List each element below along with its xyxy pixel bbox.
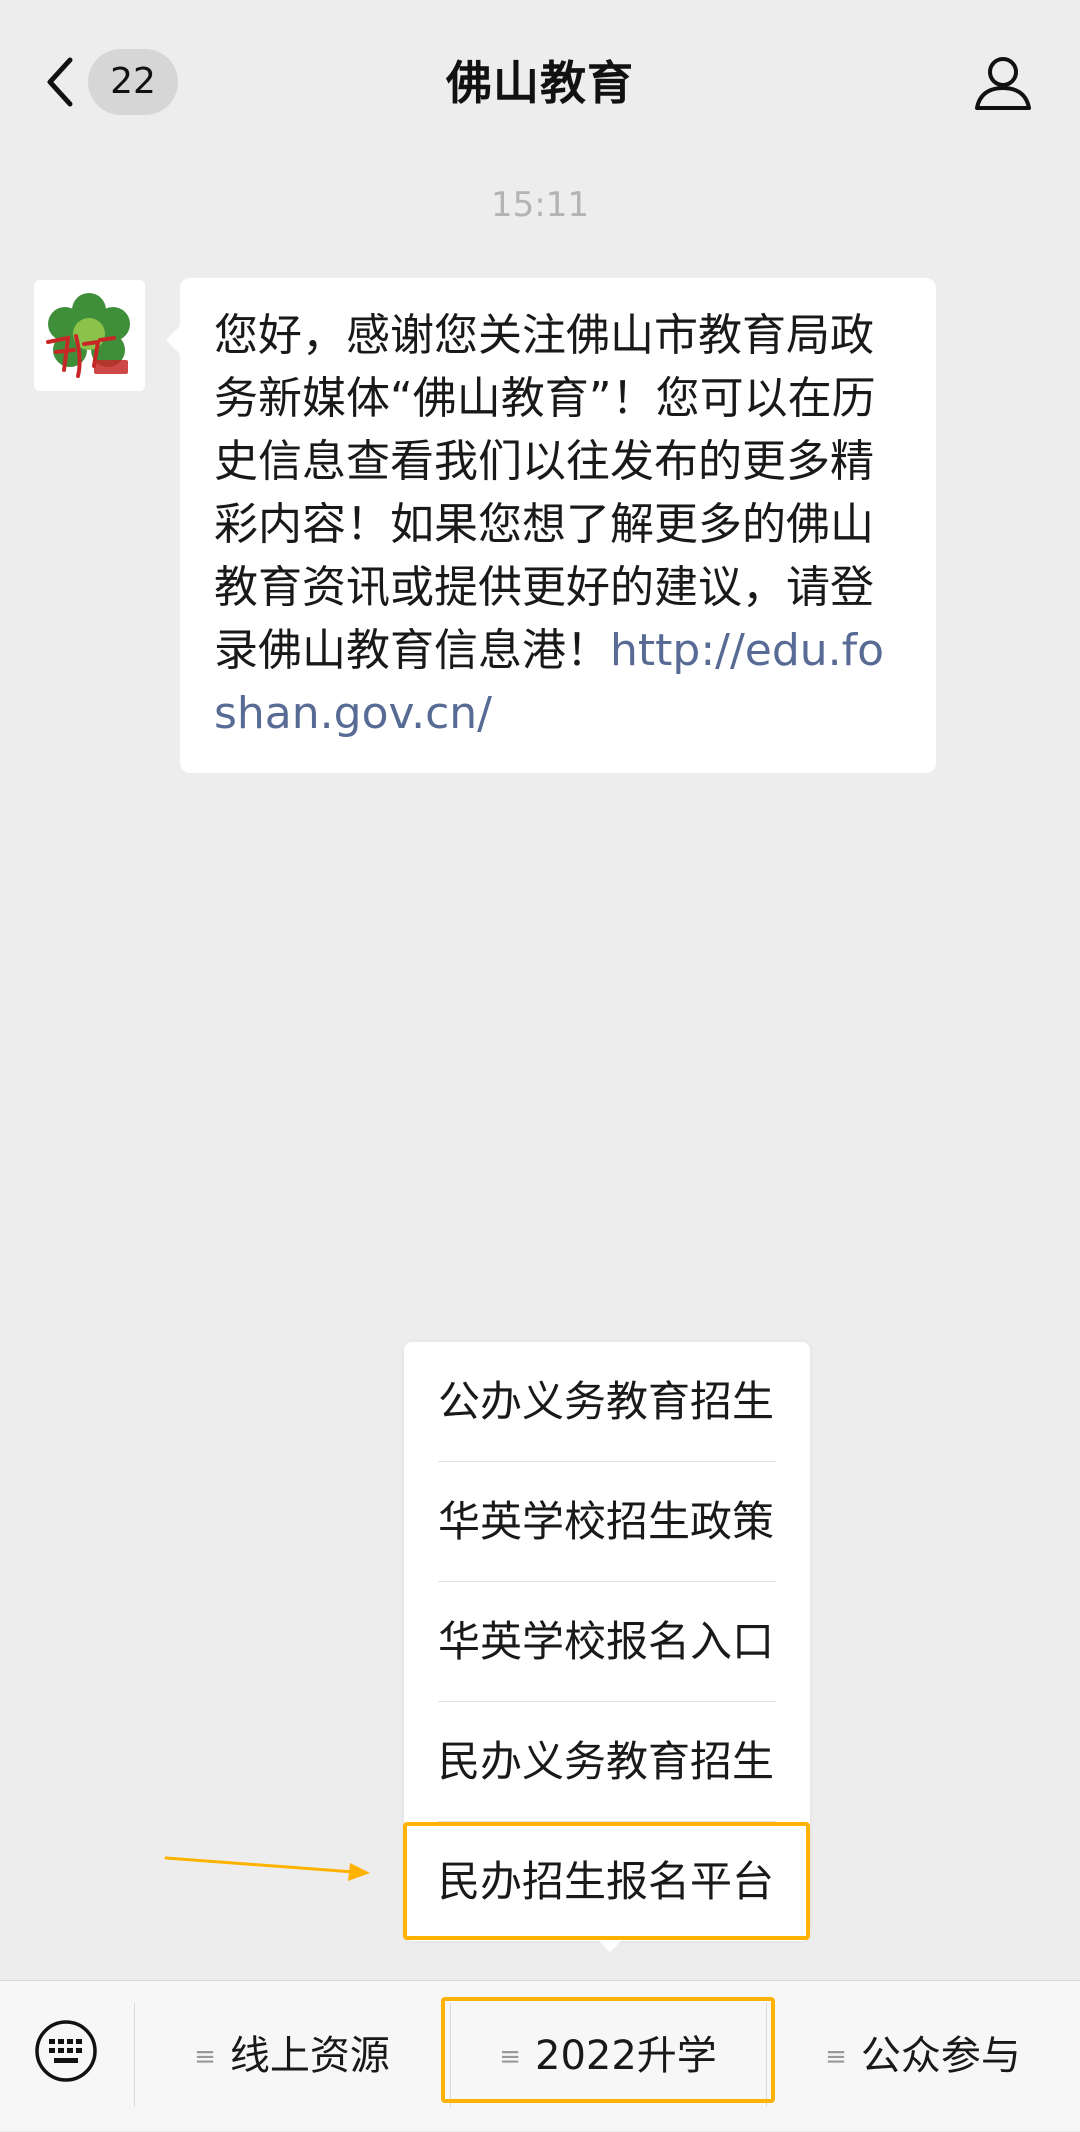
profile-button[interactable] [972,52,1034,114]
keyboard-icon [35,2020,97,2082]
menu-tab-label: 2022升学 [535,2033,717,2079]
submenu-popup: 公办义务教育招生 华英学校招生政策 华英学校报名入口 民办义务教育招生 民办招生… [404,1342,810,1941]
menu-tab-online-resources[interactable]: ≡ 线上资源 [134,1981,450,2131]
unread-count-badge[interactable]: 22 [88,49,178,115]
submenu-item-huaying-policy[interactable]: 华英学校招生政策 [438,1462,776,1582]
keyboard-toggle-button[interactable] [34,2019,98,2083]
submenu-item-private-registration-platform[interactable]: 民办招生报名平台 [438,1822,776,1941]
arrow-right-icon [164,1856,370,1881]
menu-lines-icon: ≡ [825,2042,847,2072]
message-timestamp: 15:11 [491,185,589,225]
menu-lines-icon: ≡ [499,2042,521,2072]
account-avatar[interactable] [34,280,145,391]
header-bar: 22 佛山教育 [0,0,1080,170]
submenu-caret [598,1940,622,1952]
menu-lines-icon: ≡ [194,2042,216,2072]
message-bubble: 您好，感谢您关注佛山市教育局政务新媒体“佛山教育”！您可以在历史信息查看我们以往… [166,278,936,773]
person-icon [975,57,1031,110]
menu-tab-2022-enrollment[interactable]: ≡ 2022升学 [450,1981,766,2131]
menu-tab-public-participation[interactable]: ≡ 公众参与 [766,1981,1080,2131]
menu-tab-label: 线上资源 [229,2033,390,2079]
submenu-item-private-enrollment[interactable]: 民办义务教育招生 [438,1702,776,1822]
submenu-item-huaying-registration[interactable]: 华英学校报名入口 [438,1582,776,1702]
submenu-item-public-enrollment[interactable]: 公办义务教育招生 [438,1342,776,1462]
bottom-menu-bar: ≡ 线上资源 ≡ 2022升学 ≡ 公众参与 [0,1980,1080,2131]
chevron-left-icon [47,57,73,107]
foshan-education-logo-icon [34,280,145,391]
back-button[interactable] [38,52,88,112]
menu-tab-label: 公众参与 [860,2033,1021,2079]
message-text: 您好，感谢您关注佛山市教育局政务新媒体“佛山教育”！您可以在历史信息查看我们以往… [214,310,876,676]
